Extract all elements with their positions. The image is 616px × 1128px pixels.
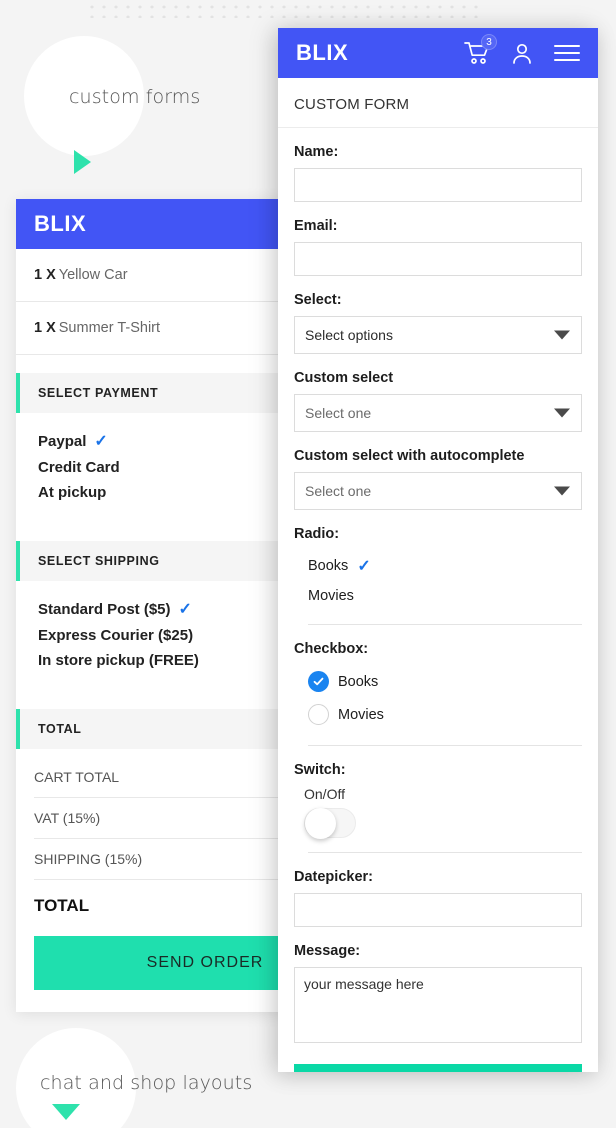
cart-item-qty: 1 X — [34, 267, 56, 283]
user-icon[interactable] — [510, 41, 534, 65]
checkbox-label: Checkbox: — [294, 641, 369, 657]
cart-item-name: Summer T-Shirt — [58, 320, 161, 336]
checkbox-unchecked-icon — [308, 704, 329, 725]
field-checkbox: Checkbox: Books Movies — [294, 641, 582, 746]
switch-knob — [305, 808, 336, 839]
payment-option-label: Credit Card — [38, 459, 120, 476]
shipping-option-label: Standard Post ($5) — [38, 600, 171, 618]
custom-select-autocomplete-value: Select one — [294, 472, 582, 510]
modal-brand-logo: BLIX — [296, 40, 349, 65]
radio-option-label: Books — [308, 558, 349, 574]
field-select: Select: Select options — [294, 292, 582, 354]
field-custom-select: Custom select Select one — [294, 370, 582, 432]
modal-brand-bar-icons: 3 — [464, 34, 580, 65]
payment-option-label: Paypal — [38, 432, 87, 450]
modal-form-body: Name: Email: Select: Select options Cust… — [278, 144, 598, 1048]
email-input[interactable] — [294, 242, 582, 276]
field-radio: Radio: Books ✓ Movies — [294, 526, 582, 625]
hamburger-menu-icon[interactable] — [554, 43, 580, 63]
section-marker-chat-shop: chat and shop layouts — [16, 1028, 296, 1128]
radio-option-label: Movies — [308, 588, 354, 604]
cart-item-name: Yellow Car — [58, 267, 128, 283]
checkbox-option-books[interactable]: Books — [308, 665, 582, 698]
total-row-label: SHIPPING (15%) — [34, 851, 143, 867]
checkbox-group: Books Movies — [294, 665, 582, 731]
divider — [308, 624, 582, 625]
radio-label: Radio: — [294, 526, 340, 542]
field-datepicker: Datepicker: — [294, 869, 582, 927]
chevron-down-icon — [554, 408, 570, 418]
triangle-down-icon — [52, 1104, 80, 1120]
play-triangle-right-icon — [74, 150, 91, 174]
switch-toggle[interactable] — [304, 808, 356, 839]
checkbox-checked-icon — [308, 671, 329, 692]
select-value: Select options — [294, 316, 582, 354]
message-label: Message: — [294, 943, 361, 959]
chevron-down-icon — [554, 486, 570, 496]
switch-label: Switch: — [294, 762, 346, 778]
message-textarea[interactable] — [294, 967, 582, 1043]
select-label: Select: — [294, 292, 342, 308]
modal-title: CUSTOM FORM — [278, 78, 598, 128]
dot-pattern-decoration — [86, 2, 482, 18]
field-name: Name: — [294, 144, 582, 202]
cart-item-qty: 1 X — [34, 320, 56, 336]
section-marker-custom-forms: custom forms — [24, 36, 284, 174]
name-input[interactable] — [294, 168, 582, 202]
name-label: Name: — [294, 144, 339, 160]
custom-form-modal: BLIX 3 CUSTOM FORM Name: Email: Select: … — [278, 28, 598, 1072]
datepicker-input[interactable] — [294, 893, 582, 927]
radio-option-books[interactable]: Books ✓ — [308, 550, 582, 582]
shipping-option-label: In store pickup (FREE) — [38, 652, 199, 669]
custom-select-label: Custom select — [294, 370, 394, 386]
page-root: custom forms BLIX 3 — [0, 0, 616, 1128]
check-icon: ✓ — [94, 433, 108, 450]
switch-state-label: On/Off — [304, 786, 345, 802]
brand-logo: BLIX — [34, 211, 87, 236]
section-marker-label: chat and shop layouts — [40, 1072, 253, 1094]
checkbox-option-movies[interactable]: Movies — [308, 698, 582, 731]
email-label: Email: — [294, 218, 338, 234]
field-custom-select-autocomplete: Custom select with autocomplete Select o… — [294, 448, 582, 510]
custom-select-dropdown[interactable]: Select one — [294, 394, 582, 432]
section-marker-label: custom forms — [69, 86, 201, 108]
divider — [308, 745, 582, 746]
select-dropdown[interactable]: Select options — [294, 316, 582, 354]
shipping-option-label: Express Courier ($25) — [38, 627, 194, 644]
divider — [308, 852, 582, 853]
chevron-down-icon — [554, 330, 570, 340]
check-icon: ✓ — [178, 601, 192, 618]
field-message: Message: — [294, 943, 582, 1048]
field-switch: Switch: On/Off — [294, 762, 582, 853]
total-row-label: VAT (15%) — [34, 810, 101, 826]
radio-group: Books ✓ Movies — [294, 550, 582, 610]
check-icon: ✓ — [357, 558, 371, 575]
send-button[interactable]: Send — [294, 1064, 582, 1072]
custom-select-autocomplete-label: Custom select with autocomplete — [294, 448, 525, 464]
checkbox-option-label: Movies — [338, 706, 384, 723]
custom-select-value: Select one — [294, 394, 582, 432]
cart-icon[interactable]: 3 — [464, 34, 497, 65]
cart-badge: 3 — [481, 34, 497, 50]
radio-option-movies[interactable]: Movies — [308, 582, 582, 610]
total-row-label: CART TOTAL — [34, 769, 120, 785]
grand-total-label: TOTAL — [34, 896, 90, 915]
checkbox-option-label: Books — [338, 673, 379, 690]
payment-option-label: At pickup — [38, 484, 107, 501]
field-email: Email: — [294, 218, 582, 276]
custom-select-autocomplete-dropdown[interactable]: Select one — [294, 472, 582, 510]
datepicker-label: Datepicker: — [294, 869, 373, 885]
modal-brand-bar: BLIX 3 — [278, 28, 598, 78]
